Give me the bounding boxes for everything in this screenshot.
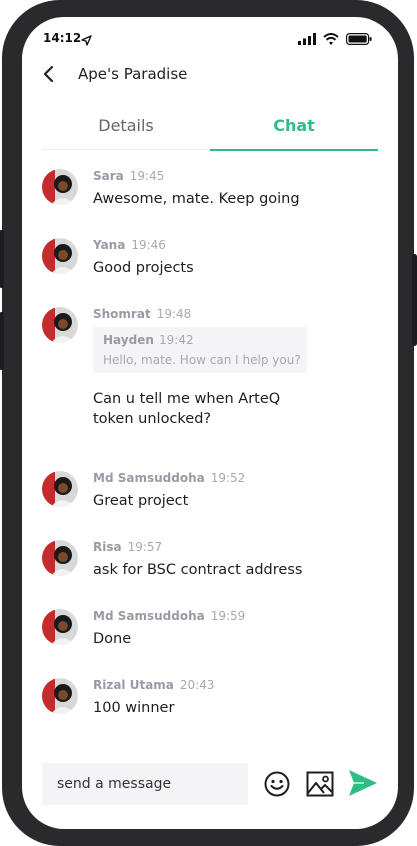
message-text: ask for BSC contract address bbox=[93, 562, 303, 578]
reply-quote[interactable]: Hayden 19:42 Hello, mate. How can I help… bbox=[93, 327, 307, 373]
quote-time: 19:42 bbox=[159, 333, 194, 347]
status-time: 14:12 bbox=[43, 31, 82, 45]
back-arrow-icon[interactable] bbox=[42, 65, 56, 87]
message-sender: Rizal Utama bbox=[93, 678, 174, 692]
message-sender: Sara bbox=[93, 169, 124, 183]
screen: 14:12 Ape's Paradise Details Chat Sara 1… bbox=[22, 17, 398, 829]
tab-details[interactable]: Details bbox=[42, 111, 210, 150]
status-icons bbox=[298, 30, 372, 49]
wifi-icon bbox=[323, 30, 339, 49]
power-button bbox=[412, 254, 417, 346]
phone-frame: 14:12 Ape's Paradise Details Chat Sara 1… bbox=[0, 0, 417, 846]
avatar bbox=[42, 238, 78, 274]
message-meta: Rizal Utama 20:43 bbox=[93, 678, 215, 692]
header: Ape's Paradise bbox=[22, 61, 398, 89]
message-time: 19:57 bbox=[127, 540, 163, 554]
message-text: Great project bbox=[93, 493, 189, 509]
avatar bbox=[42, 471, 78, 507]
message-sender: Shomrat bbox=[93, 307, 151, 321]
message-text: 100 winner bbox=[93, 700, 175, 716]
emoji-icon[interactable] bbox=[264, 771, 290, 801]
message-text: Awesome, mate. Keep going bbox=[93, 191, 300, 207]
avatar bbox=[42, 307, 78, 343]
message-meta: Risa 19:57 bbox=[93, 540, 162, 554]
tab-bar: Details Chat bbox=[42, 111, 378, 151]
message-sender: Md Samsuddoha bbox=[93, 471, 205, 485]
message-sender: Md Samsuddoha bbox=[93, 609, 205, 623]
quote-text: Hello, mate. How can I help you? bbox=[103, 353, 301, 367]
message-item: Shomrat 19:48 Hayden 19:42 Hello, mate. H… bbox=[42, 295, 382, 435]
message-meta: Md Samsuddoha 19:52 bbox=[93, 471, 245, 485]
tab-chat[interactable]: Chat bbox=[210, 111, 378, 151]
message-sender: Risa bbox=[93, 540, 122, 554]
image-icon[interactable] bbox=[306, 771, 334, 801]
message-time: 20:43 bbox=[179, 678, 215, 692]
message-text: Can u tell me when ArteQ token unlocked? bbox=[93, 391, 281, 427]
message-input[interactable] bbox=[42, 763, 248, 805]
message-meta: Yana 19:46 bbox=[93, 238, 166, 252]
signal-icon bbox=[298, 30, 316, 49]
message-meta: Shomrat 19:48 bbox=[93, 307, 191, 321]
status-bar: 14:12 bbox=[22, 17, 398, 57]
message-text: Done bbox=[93, 631, 132, 647]
avatar bbox=[42, 540, 78, 576]
page-title: Ape's Paradise bbox=[78, 65, 188, 83]
message-time: 19:46 bbox=[131, 238, 166, 252]
quote-sender: Hayden bbox=[103, 333, 154, 347]
message-meta: Md Samsuddoha 19:59 bbox=[93, 609, 245, 623]
location-arrow-icon bbox=[81, 31, 92, 50]
message-sender: Yana bbox=[93, 238, 126, 252]
message-time: 19:45 bbox=[129, 169, 165, 183]
message-time: 19:59 bbox=[210, 609, 246, 623]
avatar bbox=[42, 609, 78, 645]
message-composer bbox=[42, 763, 378, 805]
message-time: 19:52 bbox=[210, 471, 246, 485]
message-text: Good projects bbox=[93, 260, 194, 276]
send-icon[interactable] bbox=[348, 769, 378, 801]
volume-up-button bbox=[0, 230, 4, 288]
avatar bbox=[42, 678, 78, 714]
volume-down-button bbox=[0, 312, 4, 370]
message-meta: Sara 19:45 bbox=[93, 169, 164, 183]
avatar bbox=[42, 169, 78, 205]
message-time: 19:48 bbox=[156, 307, 192, 321]
battery-icon bbox=[346, 30, 372, 49]
